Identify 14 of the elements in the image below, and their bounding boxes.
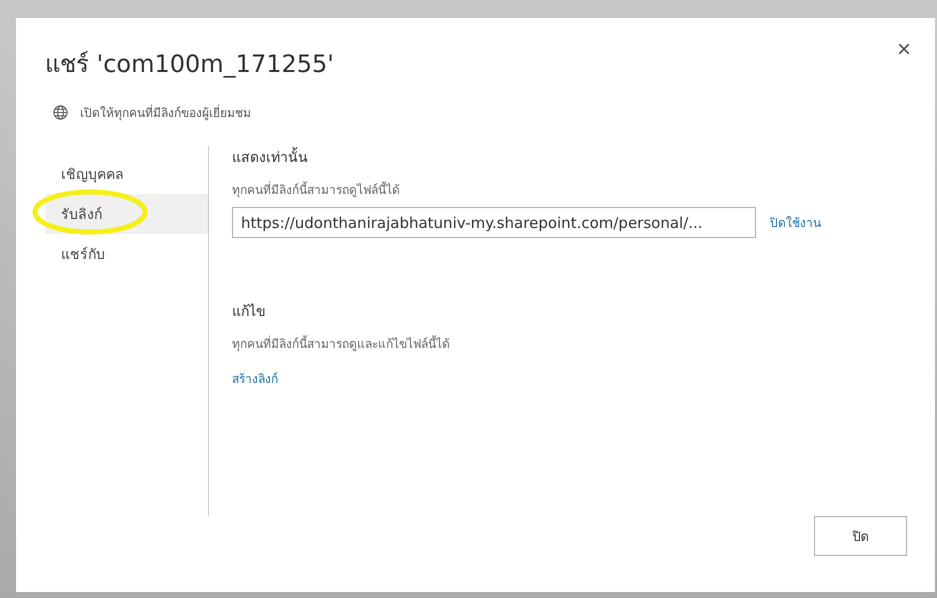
disable-link[interactable]: ปิดใช้งาน [770, 213, 821, 232]
section-heading: แก้ไข [232, 302, 267, 322]
dialog-title: แชร์ 'com100m_171255' [45, 49, 334, 80]
sharing-status: เปิดให้ทุกคนที่มีลิงก์ของผู้เยี่ยมชม [80, 104, 251, 122]
section-description: ทุกคนที่มีลิงก์นี้สามารถดูและแก้ไขไฟล์นี้ได้ [232, 334, 451, 353]
section-description: ทุกคนที่มีลิงก์นี้สามารถดูไฟล์นี้ได้ [232, 180, 401, 199]
nav-item[interactable]: เชิญบุคคล [45, 154, 208, 194]
section-heading: แสดงเท่านั้น [232, 146, 907, 168]
create-link[interactable]: สร้างลิงก์ [232, 369, 907, 388]
close-button[interactable]: × [892, 36, 915, 64]
link-field[interactable]: https://udonthanirajabhatuniv-my.sharepoint.com/personal/... [232, 207, 756, 238]
close-dialog-button[interactable]: ปิด [814, 516, 907, 556]
nav-item[interactable]: แชร์กับ [45, 234, 208, 274]
globe-icon [53, 105, 68, 120]
